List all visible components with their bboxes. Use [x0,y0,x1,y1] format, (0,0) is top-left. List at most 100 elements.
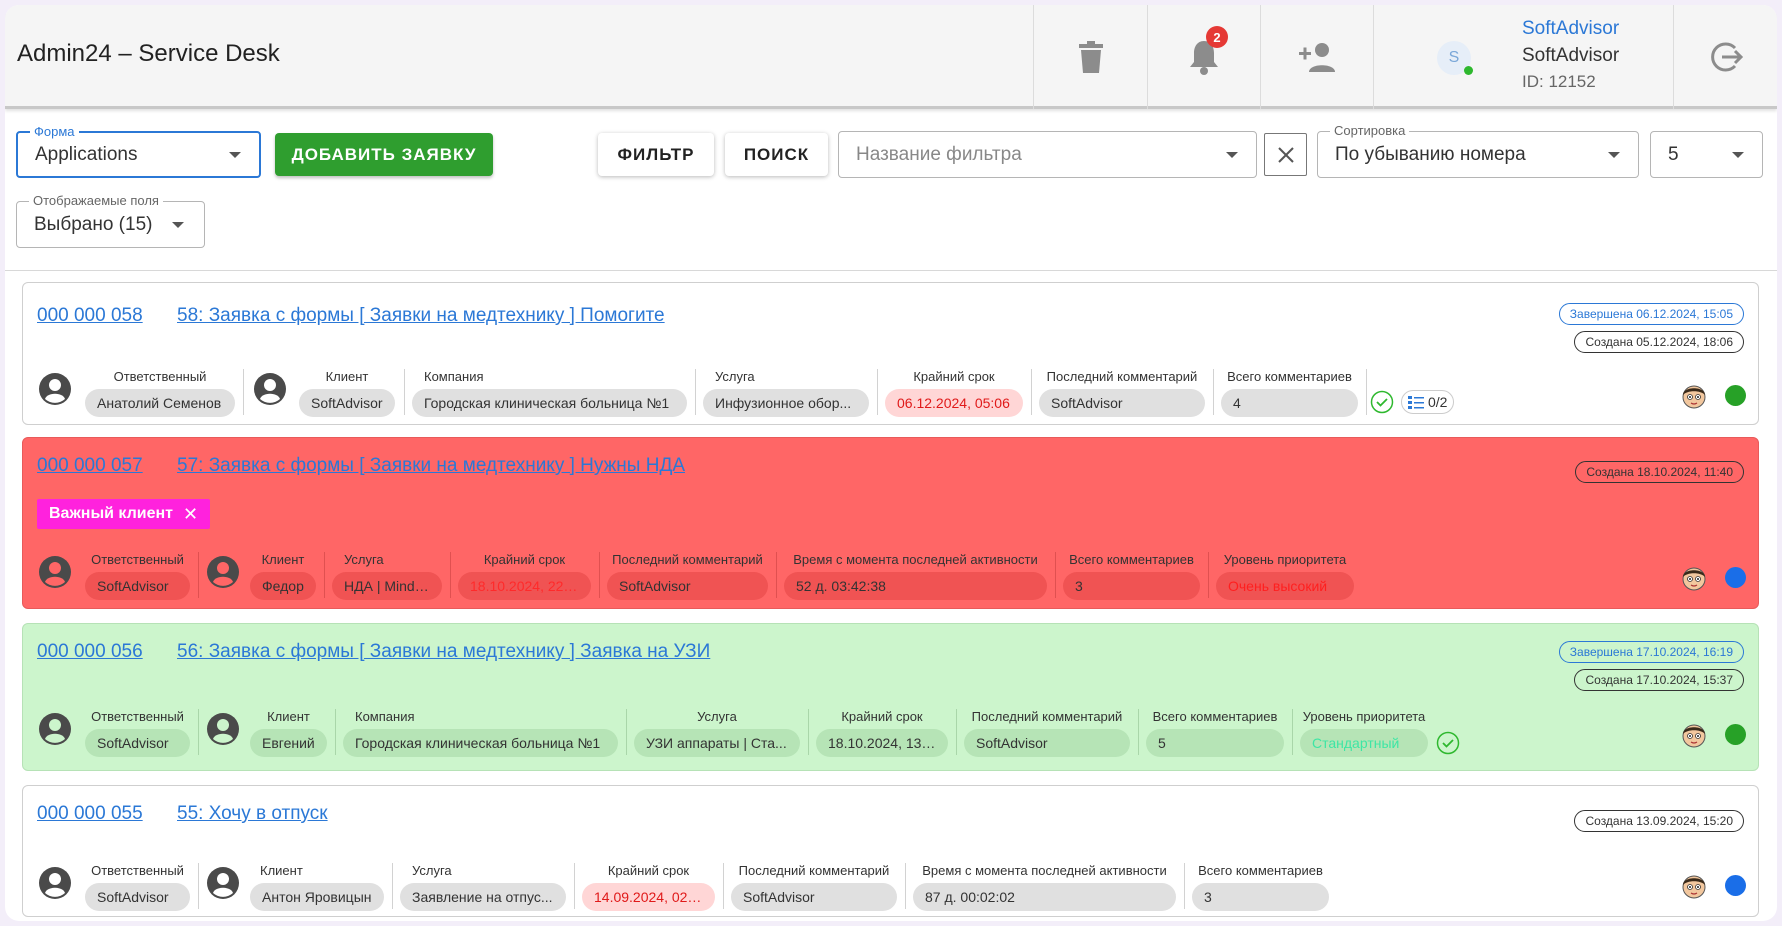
field-value-chip: Городская клиническая больница №1 [343,729,618,757]
client-tag[interactable]: Важный клиент ✕ [37,499,211,529]
top-bar: Admin24 – Service Desk 2 S SoftAdvisor S… [5,5,1777,109]
field-separator [1055,552,1056,598]
filter-button[interactable]: ФИЛЬТР [598,133,714,176]
field-priority: Уровень приоритета Очень высокий [1216,552,1354,600]
field-value-chip: SoftAdvisor [299,389,395,417]
field-comments-total: Всего комментариев 4 [1221,369,1358,417]
ticket-card[interactable]: 000 000 057 57: Заявка с формы [ Заявки … [22,437,1759,609]
close-icon [1277,146,1294,163]
field-value-chip: 06.12.2024, 05:06 [885,389,1023,417]
search-button[interactable]: ПОИСК [725,133,828,176]
field-separator [626,709,627,755]
sort-select-value: По убыванию номера [1335,143,1526,165]
ticket-title-link[interactable]: 58: Заявка с формы [ Заявки на медтехник… [177,305,665,327]
field-value-chip: Инфузионное обор... [703,389,869,417]
chevron-down-icon [172,221,184,228]
displayed-fields-label: Отображаемые поля [29,193,163,209]
assignee-avatar-icon [1682,385,1706,409]
logout-icon [1710,42,1743,72]
user-circle-icon [39,373,71,405]
field-separator [1208,552,1209,598]
trash-button[interactable] [1033,5,1147,109]
field-separator [392,863,393,909]
field-last-comment: Последний комментарий SoftAdvisor [607,552,768,600]
ticket-title-link[interactable]: 55: Хочу в отпуск [177,803,328,825]
ticket-title-link[interactable]: 56: Заявка с формы [ Заявки на медтехник… [177,641,710,663]
remove-tag-icon[interactable]: ✕ [183,504,198,525]
clear-filter-button[interactable] [1264,133,1307,176]
ticket-number-link[interactable]: 000 000 056 [37,641,143,663]
field-deadline: Крайний срок 18.10.2024, 13:37 [816,709,948,757]
ticket-card[interactable]: 000 000 058 58: Заявка с формы [ Заявки … [22,282,1759,425]
field-value-chip: Антон Яровицын [250,883,384,911]
field-separator [243,369,244,415]
created-date-badge: Создана 18.10.2024, 11:40 [1575,461,1744,483]
notification-count-badge: 2 [1206,26,1228,48]
form-select-value: Applications [35,143,138,165]
ticket-card[interactable]: 000 000 056 56: Заявка с формы [ Заявки … [22,623,1759,771]
logout-button[interactable] [1673,5,1777,109]
field-value-chip: SoftAdvisor [85,572,190,600]
chevron-down-icon [1608,151,1620,158]
app-title: Admin24 – Service Desk [17,40,280,67]
filter-name-select[interactable]: Название фильтра [838,131,1257,178]
field-service: Услуга УЗИ аппараты | Ста... [634,709,800,757]
field-client: Клиент Федор [250,552,316,600]
field-value-chip: SoftAdvisor [85,729,190,757]
assignee-avatar-icon [1682,724,1706,748]
user-circle-icon [207,556,239,588]
field-value-chip: SoftAdvisor [607,572,768,600]
field-separator [404,369,405,415]
field-client: Клиент Антон Яровицын [250,863,384,911]
add-ticket-button[interactable]: ДОБАВИТЬ ЗАЯВКУ [275,133,493,176]
field-value-chip: 4 [1221,389,1358,417]
assignee-avatar-icon [1682,567,1706,591]
ticket-card[interactable]: 000 000 055 55: Хочу в отпуск Создана 13… [22,785,1759,917]
displayed-fields-select[interactable]: Отображаемые поля Выбрано (15) [16,193,205,248]
field-comments-total: Всего комментариев 3 [1063,552,1200,600]
created-date-badge: Создана 13.09.2024, 15:20 [1574,810,1744,832]
created-date-badge: Создана 17.10.2024, 15:37 [1574,669,1744,691]
field-separator [599,552,600,598]
field-deadline: Крайний срок 06.12.2024, 05:06 [885,369,1023,417]
page-size-select[interactable]: 5 [1650,131,1763,178]
field-value-chip: SoftAdvisor [85,883,190,911]
field-comments-total: Всего комментариев 3 [1192,863,1329,911]
add-user-button[interactable] [1260,5,1373,109]
online-status-dot [1464,66,1473,75]
field-separator [695,369,696,415]
ticket-number-link[interactable]: 000 000 057 [37,455,143,477]
field-separator [198,709,199,755]
field-value-chip: НДА | Mindray [332,572,442,600]
field-separator [1031,369,1032,415]
field-responsible: Ответственный SoftAdvisor [85,863,190,911]
form-select[interactable]: Форма Applications [16,124,261,178]
field-separator [198,863,199,909]
field-value-chip: 3 [1063,572,1200,600]
notifications-button[interactable]: 2 [1147,5,1260,109]
status-indicator [1725,567,1746,588]
field-company: Компания Городская клиническая больница №… [412,369,687,417]
ticket-number-link[interactable]: 000 000 058 [37,305,143,327]
field-service: Услуга Заявление на отпус... [400,863,566,911]
sort-select[interactable]: Сортировка По убыванию номера [1317,123,1639,178]
user-profile-link[interactable]: SoftAdvisor [1522,18,1619,40]
app-frame: Admin24 – Service Desk 2 S SoftAdvisor S… [5,5,1777,921]
checklist-counter[interactable]: 0/2 [1401,390,1455,414]
field-separator [324,552,325,598]
completed-date-badge: Завершена 17.10.2024, 16:19 [1558,641,1744,663]
field-value-chip: 18.10.2024, 13:37 [816,729,948,757]
user-circle-icon [39,713,71,745]
field-separator [335,709,336,755]
field-separator [1184,863,1185,909]
field-value-chip: Городская клиническая больница №1 [412,389,687,417]
ticket-title-link[interactable]: 57: Заявка с формы [ Заявки на медтехник… [177,455,685,477]
user-profile[interactable]: S SoftAdvisor SoftAdvisor ID: 12152 [1373,5,1673,109]
field-value-chip: 52 д. 03:42:38 [784,572,1047,600]
field-value-chip: SoftAdvisor [964,729,1130,757]
user-name: SoftAdvisor [1522,45,1620,66]
field-client: Клиент Евгений [250,709,327,757]
field-last-comment: Последний комментарий SoftAdvisor [964,709,1130,757]
ticket-number-link[interactable]: 000 000 055 [37,803,143,825]
field-separator [808,709,809,755]
